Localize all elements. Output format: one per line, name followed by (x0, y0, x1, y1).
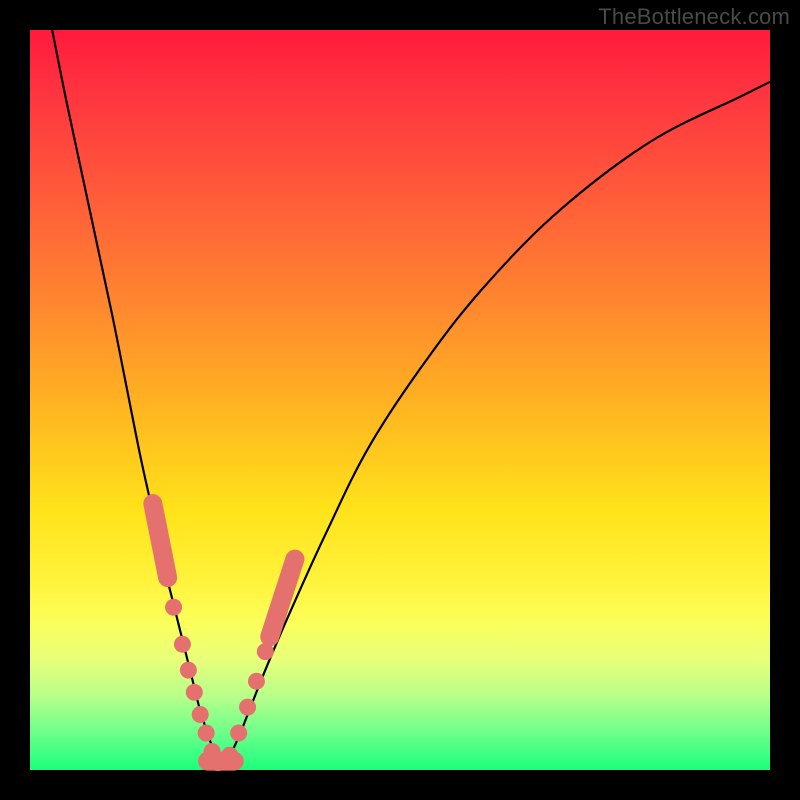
data-marker (180, 662, 197, 679)
watermark-text: TheBottleneck.com (598, 4, 790, 30)
plot-area (30, 30, 770, 770)
pill-marker (270, 559, 295, 637)
chart-frame: TheBottleneck.com (0, 0, 800, 800)
data-marker (192, 706, 209, 723)
right-curve (222, 82, 770, 770)
pill-markers (153, 504, 295, 762)
data-marker (174, 636, 191, 653)
data-marker (248, 673, 265, 690)
data-marker (239, 699, 256, 716)
data-marker (198, 725, 215, 742)
left-curve (52, 30, 222, 770)
pill-marker (153, 504, 168, 578)
data-marker (165, 599, 182, 616)
data-marker (230, 725, 247, 742)
curves-svg (30, 30, 770, 770)
data-marker (186, 684, 203, 701)
